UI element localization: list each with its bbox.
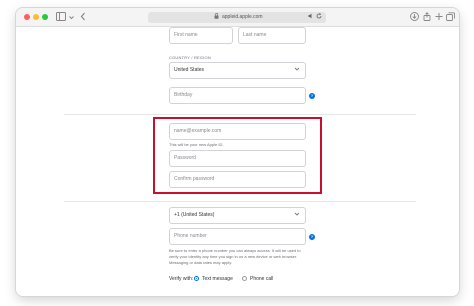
phone-country-value: +1 (United States) (174, 212, 215, 218)
phone-number-field[interactable]: Phone number (169, 228, 306, 245)
last-name-field[interactable]: Last name (238, 27, 306, 44)
speaker-icon[interactable] (308, 13, 314, 21)
plus-icon[interactable] (435, 12, 443, 24)
zoom-window-button[interactable] (42, 14, 48, 20)
chevron-down-icon (294, 66, 300, 74)
browser-window: appleid.apple.com First name Last name C… (16, 8, 459, 296)
phone-call-radio[interactable] (242, 276, 247, 281)
country-select[interactable]: United States (169, 62, 306, 79)
chevron-down-icon[interactable] (69, 13, 74, 23)
address-bar[interactable]: appleid.apple.com (148, 12, 326, 23)
country-value: United States (174, 67, 205, 73)
text-message-radio[interactable] (194, 276, 199, 281)
phone-info-icon[interactable]: ? (309, 234, 315, 240)
reload-icon[interactable] (316, 13, 322, 21)
phone-call-label[interactable]: Phone call (250, 276, 273, 282)
minimize-window-button[interactable] (33, 14, 39, 20)
birthday-placeholder: Birthday (174, 92, 193, 98)
close-window-button[interactable] (24, 14, 30, 20)
first-name-field[interactable]: First name (169, 27, 233, 44)
download-icon[interactable] (410, 12, 419, 24)
phone-number-placeholder: Phone number (174, 233, 207, 239)
phone-help-text: Be sure to enter a phone number you can … (169, 248, 301, 265)
first-name-placeholder: First name (174, 32, 198, 38)
url-text: appleid.apple.com (222, 13, 263, 20)
lock-icon (214, 13, 219, 21)
share-icon[interactable] (423, 12, 431, 24)
divider (64, 201, 416, 202)
last-name-placeholder: Last name (243, 32, 267, 38)
divider (64, 114, 416, 115)
birthday-info-icon[interactable]: ? (309, 93, 315, 99)
birthday-field[interactable]: Birthday (169, 87, 306, 104)
browser-toolbar: appleid.apple.com (16, 8, 459, 27)
sidebar-icon[interactable] (56, 12, 66, 24)
tab-overview-icon[interactable] (446, 12, 455, 24)
highlight-box (153, 117, 322, 194)
page-content: First name Last name COUNTRY / REGION Un… (16, 27, 459, 296)
back-chevron-icon[interactable] (80, 12, 86, 24)
text-message-label[interactable]: Text message (202, 276, 233, 282)
verify-label: Verify with: (169, 276, 194, 282)
country-label: COUNTRY / REGION (169, 55, 211, 60)
phone-country-select[interactable]: +1 (United States) (169, 207, 306, 224)
chevron-down-icon (294, 211, 300, 219)
